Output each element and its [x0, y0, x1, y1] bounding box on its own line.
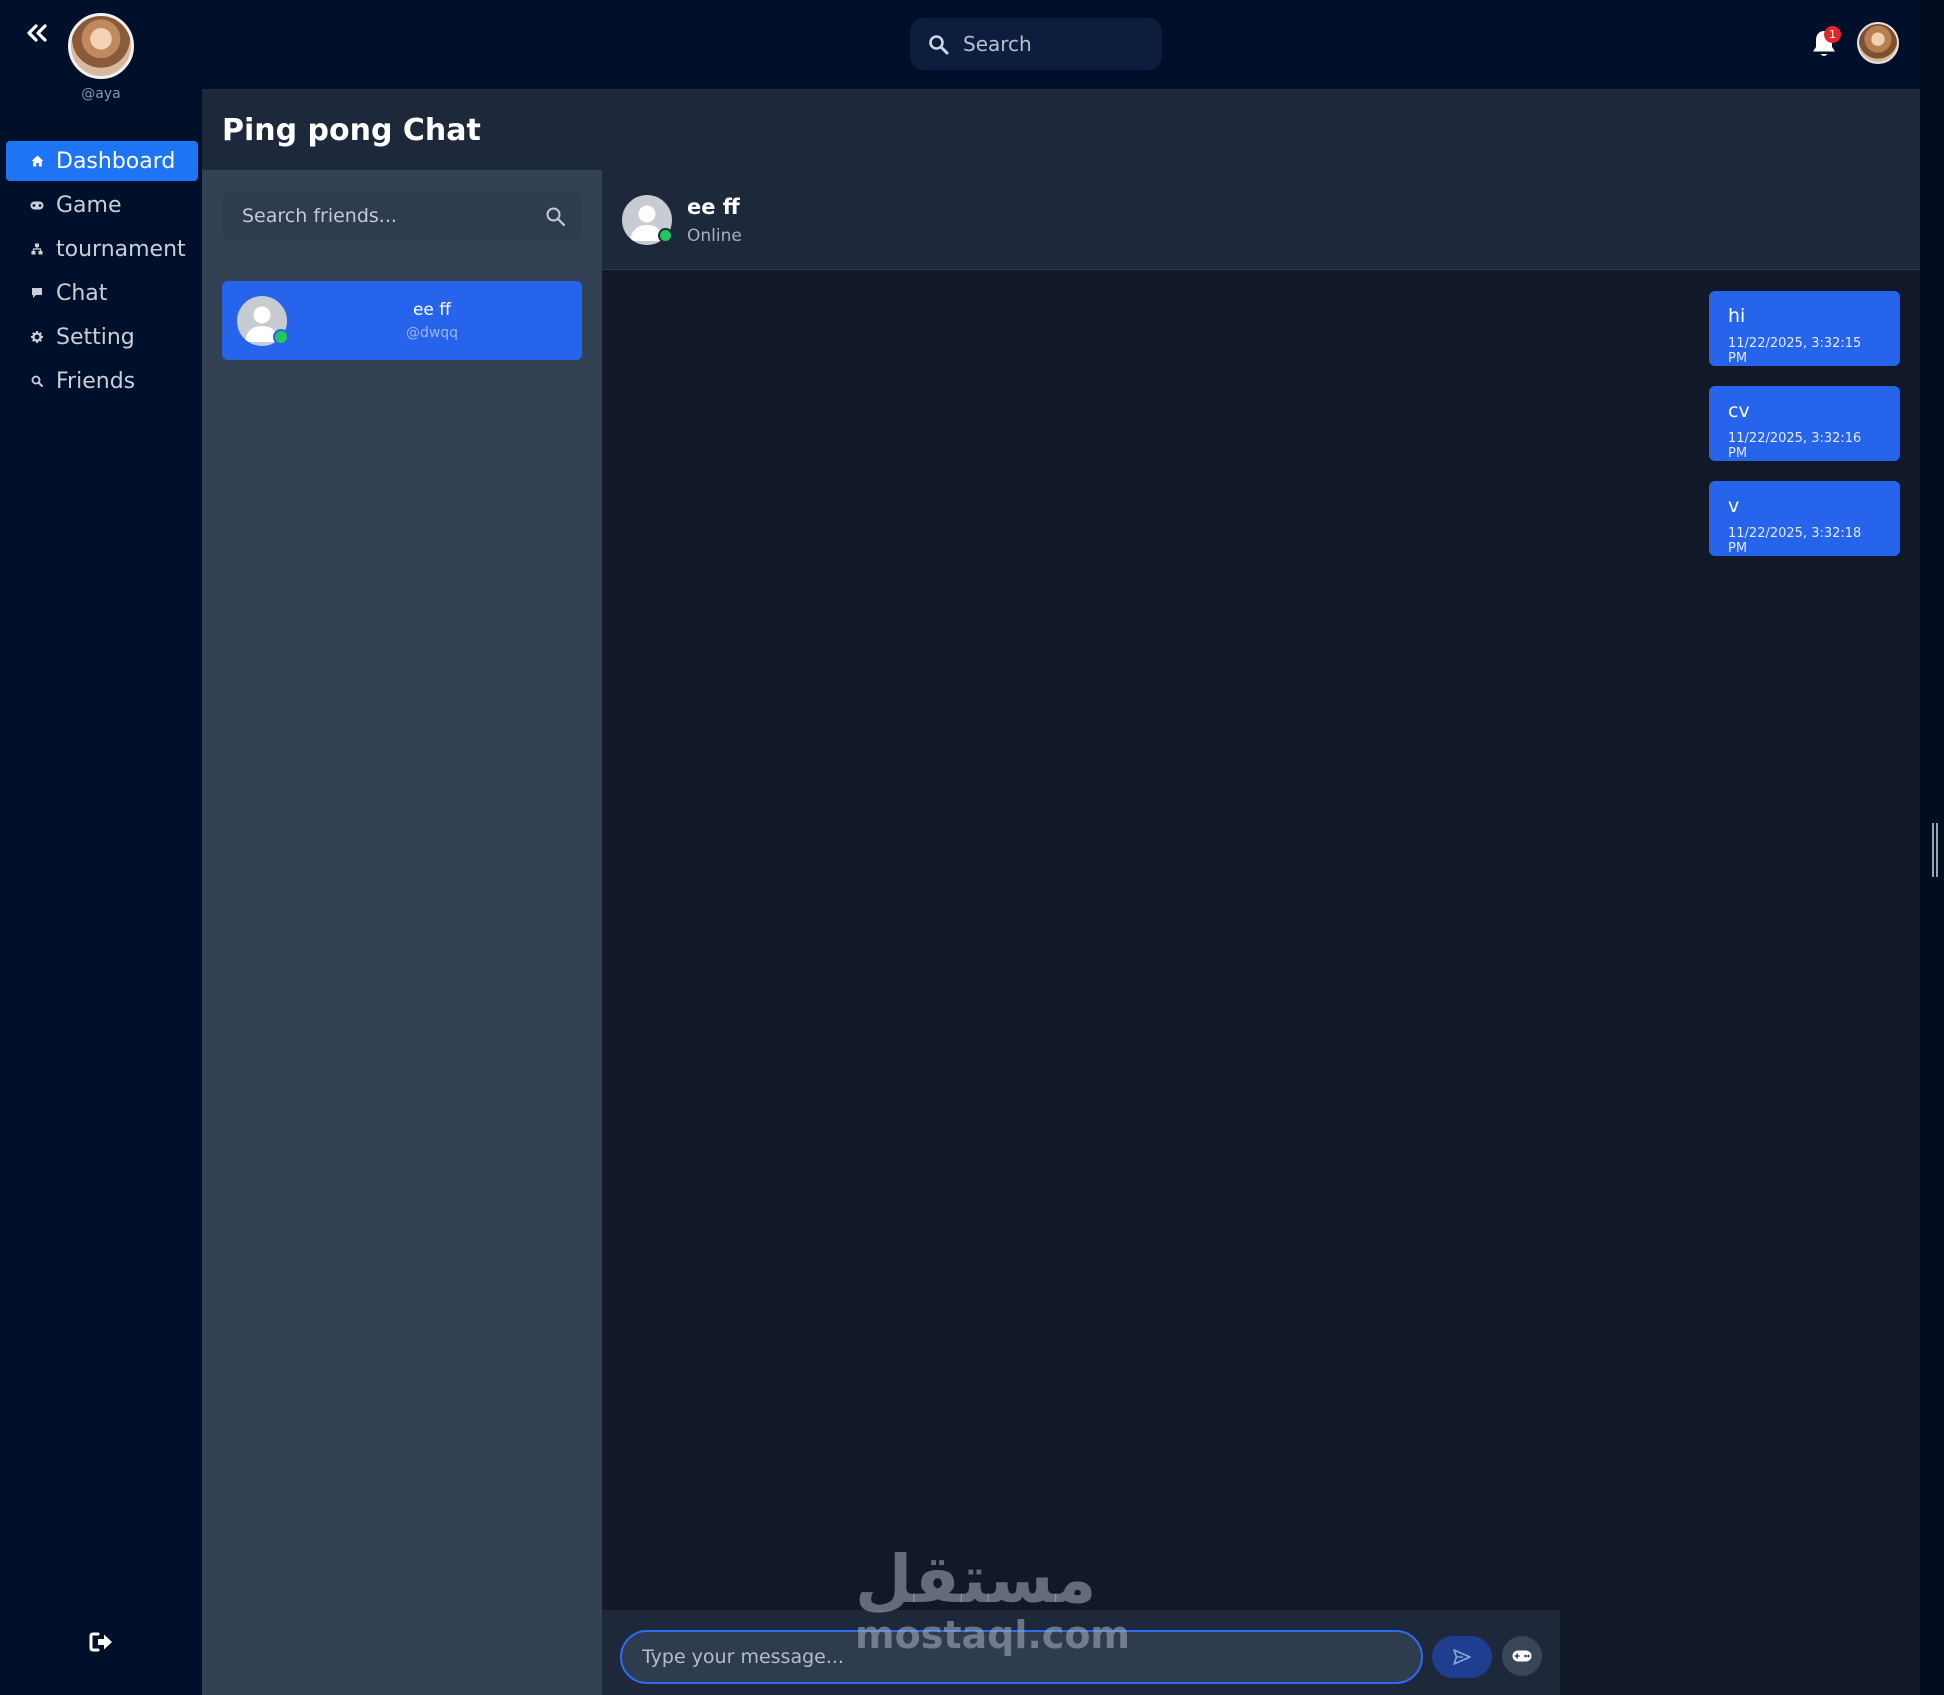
game-invite-button[interactable]	[1502, 1636, 1542, 1676]
app-root: @aya Dashboard Game tournament Chat Sett…	[0, 0, 1944, 1695]
sidebar: @aya Dashboard Game tournament Chat Sett…	[0, 0, 202, 1695]
sidebar-item-label: Chat	[56, 280, 108, 306]
global-search-placeholder: Search	[963, 32, 1032, 56]
sidebar-item-label: Dashboard	[56, 148, 176, 174]
sidebar-item-label: Setting	[56, 324, 135, 350]
message-bubble: cv 11/22/2025, 3:32:16 PM	[1709, 386, 1900, 461]
message-timestamp: 11/22/2025, 3:32:18 PM	[1728, 526, 1862, 556]
logout-icon	[89, 1632, 112, 1652]
chat-panel: ee ff Online hi 11/22/2025, 3:32:15 PM c…	[602, 170, 1920, 1695]
message-input[interactable]	[642, 1646, 1421, 1668]
user-avatar[interactable]	[68, 13, 134, 79]
friend-handle: @dwqq	[405, 325, 459, 341]
friend-list-item[interactable]: ee ff @dwqq	[222, 281, 582, 360]
message-text: hi	[1728, 305, 1746, 327]
message-text: cv	[1728, 400, 1750, 422]
double-chevron-left-icon	[27, 24, 47, 42]
gamepad-icon	[28, 201, 46, 210]
collapse-sidebar-button[interactable]	[22, 18, 52, 48]
message-composer	[602, 1610, 1560, 1695]
sidebar-nav: Dashboard Game tournament Chat Setting F…	[6, 141, 198, 405]
message-list: hi 11/22/2025, 3:32:15 PM cv 11/22/2025,…	[1700, 291, 1900, 576]
sidebar-item-game[interactable]: Game	[6, 185, 198, 225]
search-icon[interactable]	[545, 206, 566, 227]
search-icon	[28, 375, 46, 387]
sidebar-item-tournament[interactable]: tournament	[6, 229, 198, 269]
chat-icon	[28, 287, 46, 299]
search-icon	[929, 34, 949, 54]
top-bar: Search 1	[202, 0, 1920, 89]
resize-handle[interactable]	[1932, 823, 1938, 877]
message-bubble: hi 11/22/2025, 3:32:15 PM	[1709, 291, 1900, 366]
sidebar-item-label: Friends	[56, 368, 136, 394]
sidebar-item-friends[interactable]: Friends	[6, 361, 198, 401]
message-timestamp: 11/22/2025, 3:32:16 PM	[1728, 431, 1862, 461]
contact-name: ee ff	[687, 195, 740, 219]
friend-search-box	[222, 191, 582, 241]
notification-badge: 1	[1824, 26, 1841, 43]
sidebar-item-label: Game	[56, 192, 122, 218]
online-status-dot	[658, 228, 673, 243]
sidebar-item-dashboard[interactable]: Dashboard	[6, 141, 198, 181]
profile-avatar[interactable]	[1857, 22, 1899, 64]
logout-button[interactable]	[86, 1628, 118, 1656]
message-bubble: v 11/22/2025, 3:32:18 PM	[1709, 481, 1900, 556]
main-content: Ping pong Chat ee ff @dwqq	[202, 89, 1920, 1695]
page-title: Ping pong Chat	[222, 113, 481, 148]
contact-status: Online	[687, 226, 742, 246]
message-input-wrapper	[620, 1630, 1423, 1684]
friends-panel: ee ff @dwqq	[202, 170, 602, 1695]
friend-name: ee ff	[412, 300, 452, 320]
tournament-icon	[28, 243, 46, 255]
message-timestamp: 11/22/2025, 3:32:15 PM	[1728, 336, 1862, 366]
send-icon	[1453, 1649, 1471, 1665]
sidebar-item-label: tournament	[56, 236, 186, 262]
global-search[interactable]: Search	[910, 18, 1162, 70]
friend-search-input[interactable]	[242, 205, 545, 227]
send-button[interactable]	[1432, 1636, 1492, 1678]
sidebar-item-setting[interactable]: Setting	[6, 317, 198, 357]
notifications-button[interactable]: 1	[1810, 26, 1841, 60]
gear-icon	[28, 331, 46, 343]
gamepad-icon	[1512, 1650, 1532, 1662]
chat-header: ee ff Online	[602, 170, 1920, 270]
user-handle: @aya	[81, 86, 121, 102]
message-text: v	[1728, 495, 1740, 517]
home-icon	[28, 155, 46, 167]
online-status-dot	[273, 329, 289, 345]
sidebar-item-chat[interactable]: Chat	[6, 273, 198, 313]
